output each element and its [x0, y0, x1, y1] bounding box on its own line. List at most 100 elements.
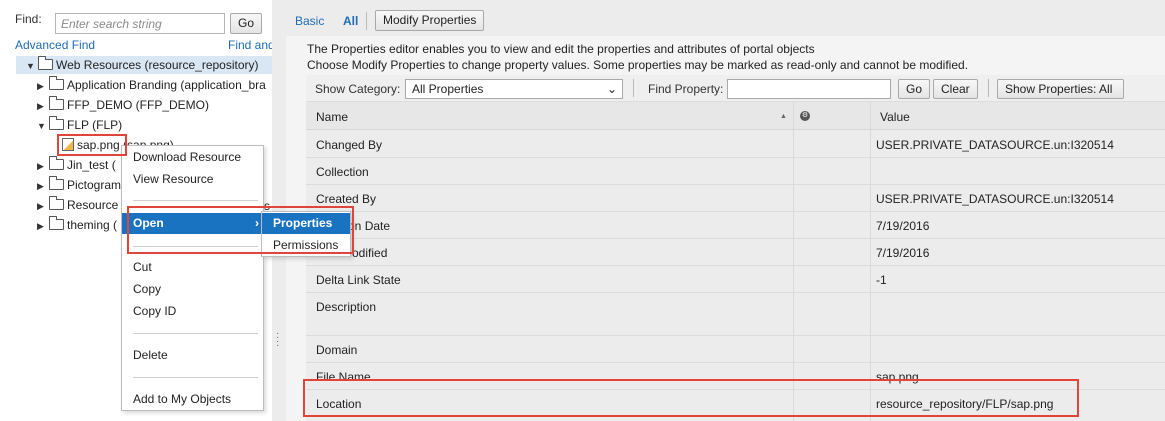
row-divider	[306, 238, 1165, 239]
search-input[interactable]	[55, 13, 225, 34]
menu-item-add-to-my-objects[interactable]: Add to My Objects	[122, 389, 263, 410]
folder-icon	[49, 196, 64, 210]
folder-icon	[49, 96, 64, 110]
show-category-value: All Properties	[412, 82, 484, 96]
modify-properties-button[interactable]: Modify Properties	[375, 10, 485, 31]
tree-item-application-branding[interactable]: ▶ Application Branding (application_bra	[37, 76, 266, 94]
folder-icon	[49, 176, 64, 190]
tree-item-label: Jin_test (	[67, 158, 116, 172]
tree-item-theming[interactable]: ▶ theming (	[37, 216, 117, 234]
folder-icon	[49, 76, 64, 90]
menu-item-view-resource[interactable]: View Resource	[122, 169, 263, 190]
folder-icon	[38, 56, 53, 70]
open-submenu: Properties Permissions	[261, 211, 351, 257]
property-value: sap.png	[876, 370, 919, 384]
tree-item-jin-test[interactable]: ▶ Jin_test (	[37, 156, 116, 174]
show-category-label: Show Category:	[315, 82, 401, 96]
column-divider	[793, 102, 794, 421]
submenu-arrow-icon: ›	[255, 216, 259, 230]
advanced-find-link[interactable]: Advanced Find	[15, 38, 95, 52]
tree-item-pictogram[interactable]: ▶ Pictogram	[37, 176, 121, 194]
property-value: 7/19/2016	[876, 246, 930, 260]
row-divider	[306, 265, 1165, 266]
collapsed-arrow-icon[interactable]: ▶	[37, 177, 49, 195]
find-property-label: Find Property:	[648, 82, 724, 96]
tree-item-label: FFP_DEMO (FFP_DEMO)	[67, 98, 210, 112]
menu-item-delete[interactable]: Delete	[122, 345, 263, 366]
expanded-arrow-icon[interactable]: ▼	[26, 57, 38, 75]
clear-button[interactable]: Clear	[933, 79, 978, 99]
column-header-name[interactable]: Name	[316, 110, 348, 124]
property-name: Domain	[316, 343, 358, 357]
show-category-select[interactable]: All Properties ⌄	[405, 79, 623, 99]
collapsed-arrow-icon[interactable]: ▶	[37, 217, 49, 235]
tree-item-resources[interactable]: ▶ Resource	[37, 196, 118, 214]
tree-item-label: theming (	[67, 218, 118, 232]
toolbar-divider	[988, 79, 989, 97]
grid-header: Name ▲ ⚙ Value	[306, 102, 1165, 130]
menu-item-download-resource[interactable]: Download Resource	[122, 147, 263, 168]
collapsed-arrow-icon[interactable]: ▶	[37, 97, 49, 115]
collapsed-arrow-icon[interactable]: ▶	[37, 157, 49, 175]
menu-item-copy[interactable]: Copy	[122, 279, 263, 300]
menu-divider	[133, 200, 258, 201]
collapsed-arrow-icon[interactable]: ▶	[37, 77, 49, 95]
tree-item-ffp-demo[interactable]: ▶ FFP_DEMO (FFP_DEMO)	[37, 96, 209, 114]
menu-divider	[133, 333, 258, 334]
row-divider	[306, 157, 1165, 158]
tree-item-label: Application Branding (application_bra	[67, 78, 266, 92]
find-property-go-button[interactable]: Go	[898, 79, 931, 99]
submenu-item-permissions[interactable]: Permissions	[262, 235, 350, 256]
property-name: Changed By	[316, 138, 383, 152]
column-divider	[870, 102, 871, 421]
submenu-item-properties[interactable]: Properties	[262, 213, 350, 234]
tree-item-flp[interactable]: ▼ FLP (FLP)	[37, 116, 122, 134]
settings-icon[interactable]: ⚙	[800, 111, 810, 121]
tab-divider	[366, 12, 367, 30]
menu-item-cut[interactable]: Cut	[122, 257, 263, 278]
properties-editor: Basic All Modify Properties The Properti…	[286, 0, 1165, 421]
property-value: USER.PRIVATE_DATASOURCE.un:I320514	[876, 138, 1114, 152]
tree-item-web-resources[interactable]: ▼ Web Resources (resource_repository)	[16, 56, 272, 74]
menu-item-open[interactable]: Open ›	[122, 213, 263, 234]
property-name: Collection	[316, 165, 369, 179]
property-name: File Name	[316, 370, 371, 384]
find-label: Find:	[15, 12, 42, 26]
filter-toolbar: Show Category: All Properties ⌄ Find Pro…	[306, 75, 1165, 102]
context-menu: Download Resource View Resource Open › C…	[121, 145, 264, 411]
row-divider	[306, 389, 1165, 390]
show-properties-label: Show Properties: All	[1005, 82, 1113, 96]
tab-basic[interactable]: Basic	[295, 14, 324, 28]
property-value: USER.PRIVATE_DATASOURCE.un:I320514	[876, 192, 1114, 206]
tab-all[interactable]: All	[343, 14, 358, 28]
property-value: -1	[876, 273, 887, 287]
show-properties-dropdown[interactable]: Show Properties: All	[997, 79, 1124, 99]
row-divider	[306, 292, 1165, 293]
row-divider	[306, 211, 1165, 212]
description-line-2: Choose Modify Properties to change prope…	[307, 58, 969, 72]
property-value: resource_repository/FLP/sap.png	[876, 397, 1054, 411]
collapsed-arrow-icon[interactable]: ▶	[37, 197, 49, 215]
tree-item-label: Pictogram	[67, 178, 122, 192]
find-property-input[interactable]	[727, 79, 891, 99]
splitter-grip-icon[interactable]: · · · ·	[276, 329, 279, 351]
expanded-arrow-icon[interactable]: ▼	[37, 117, 49, 135]
folder-icon	[49, 116, 64, 130]
find-and-link[interactable]: Find and	[228, 38, 272, 52]
property-name: Description	[316, 300, 377, 314]
column-header-value[interactable]: Value	[880, 110, 910, 124]
tree-item-label: Resource	[67, 198, 119, 212]
row-divider	[306, 335, 1165, 336]
sort-icon[interactable]: ▲	[780, 113, 787, 120]
find-go-button[interactable]: Go	[230, 13, 263, 34]
chevron-down-icon: ⌄	[606, 82, 617, 96]
menu-item-label: Open	[133, 216, 164, 230]
property-name: Location	[316, 397, 362, 411]
tree-item-label: FLP (FLP)	[67, 118, 123, 132]
view-tabs-bar: Basic All Modify Properties	[286, 0, 1165, 32]
row-divider	[306, 362, 1165, 363]
menu-divider	[133, 246, 258, 247]
description-line-1: The Properties editor enables you to vie…	[307, 42, 815, 56]
toolbar-divider	[633, 79, 634, 97]
menu-item-copy-id[interactable]: Copy ID	[122, 301, 263, 322]
